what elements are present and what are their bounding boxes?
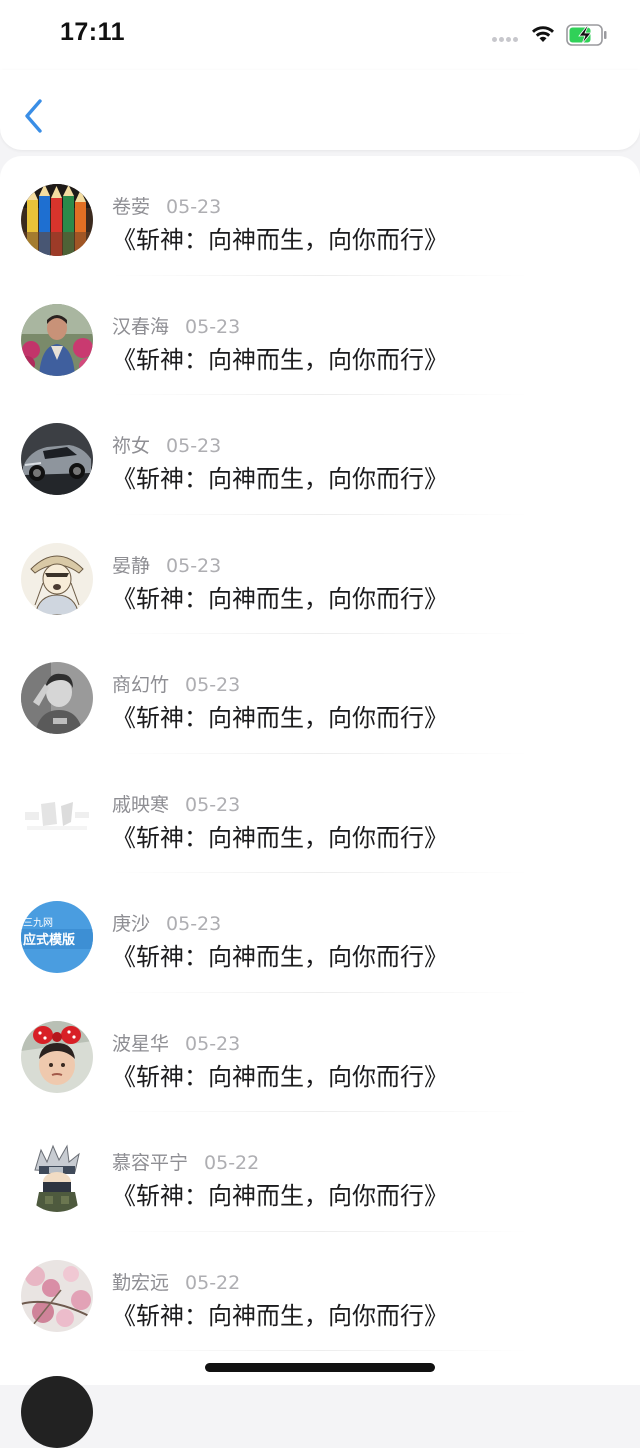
avatar <box>21 1259 93 1332</box>
status-bar: 17:11 <box>0 0 640 70</box>
item-title: 《斩神：向神而生，向你而行》 <box>112 1062 448 1091</box>
list-item[interactable]: 勤宏远 05-22 《斩神：向神而生，向你而行》 <box>0 1232 640 1352</box>
item-title: 《斩神：向神而生，向你而行》 <box>112 465 448 493</box>
avatar <box>21 1140 93 1212</box>
avatar <box>21 542 93 615</box>
post-date: 05-23 <box>185 674 241 696</box>
item-title: 《斩神：向神而生，向你而行》 <box>112 823 448 852</box>
item-title: 《斩神：向神而生，向你而行》 <box>112 1301 448 1330</box>
message-list: 卷荌 05-23 《斩神：向神而生，向你而行》 汉春海 05-23 《斩神：向神而生… <box>0 156 640 1385</box>
author-name: 祢女 <box>112 435 151 457</box>
list-item[interactable]: 慕容平宁 05-22 《斩神：向神而生，向你而行》 <box>0 1112 640 1232</box>
post-date: 05-23 <box>166 196 222 218</box>
avatar <box>21 303 93 376</box>
avatar-label-top: 三九网 <box>23 917 53 929</box>
post-date: 05-22 <box>185 1271 241 1294</box>
list-item[interactable]: 戚映寒 05-23 《斩神：向神而生，向你而行》 <box>0 754 640 874</box>
author-name: 波星华 <box>112 1032 170 1055</box>
list-item[interactable]: 三九网 应式模版 庚沙 05-23 《斩神：向神而生，向你而行》 <box>0 873 640 993</box>
avatar <box>21 423 93 495</box>
post-date: 05-23 <box>185 315 241 338</box>
list-item[interactable]: 商幻竹 05-23 《斩神：向神而生，向你而行》 <box>0 634 640 754</box>
author-name: 汉春海 <box>112 315 170 338</box>
author-name: 戚映寒 <box>112 793 170 816</box>
item-title: 《斩神：向神而生，向你而行》 <box>112 345 448 374</box>
list-item[interactable]: 汉春海 05-23 《斩神：向神而生，向你而行》 <box>0 276 640 396</box>
list-item[interactable]: 祢女 05-23 《斩神：向神而生，向你而行》 <box>0 395 640 515</box>
status-time: 17:11 <box>60 18 126 46</box>
avatar <box>21 781 93 854</box>
wifi-icon <box>532 26 554 42</box>
post-date: 05-23 <box>185 1032 241 1055</box>
cellular-signal-icon <box>492 37 518 42</box>
item-title: 《斩神：向神而生，向你而行》 <box>112 943 448 971</box>
list-item[interactable]: 晏静 05-23 《斩神：向神而生，向你而行》 <box>0 515 640 635</box>
post-date: 05-23 <box>166 913 222 935</box>
navigation-bar <box>0 70 640 150</box>
avatar <box>21 662 93 734</box>
back-chevron-icon[interactable] <box>20 96 50 136</box>
author-name: 慕容平宁 <box>112 1152 189 1174</box>
home-indicator <box>205 1363 435 1372</box>
author-name: 晏静 <box>112 554 151 577</box>
author-name: 勤宏远 <box>112 1271 170 1294</box>
avatar <box>21 1376 93 1448</box>
list-item[interactable]: 卷荌 05-23 《斩神：向神而生，向你而行》 <box>0 156 640 276</box>
author-name: 商幻竹 <box>112 674 170 696</box>
author-name: 庚沙 <box>112 913 151 935</box>
post-date: 05-23 <box>166 435 222 457</box>
item-title: 《斩神：向神而生，向你而行》 <box>112 1182 448 1210</box>
avatar <box>21 184 93 256</box>
post-date: 05-23 <box>166 554 222 577</box>
post-date: 05-23 <box>185 793 241 816</box>
item-title: 《斩神：向神而生，向你而行》 <box>112 584 448 613</box>
item-title: 《斩神：向神而生，向你而行》 <box>112 704 448 732</box>
post-date: 05-22 <box>204 1152 260 1174</box>
author-name: 卷荌 <box>112 196 151 218</box>
avatar-label: 应式模版 <box>23 932 75 948</box>
avatar <box>21 1020 93 1093</box>
battery-charging-icon <box>566 24 607 46</box>
item-title: 《斩神：向神而生，向你而行》 <box>112 226 448 254</box>
list-item[interactable]: 波星华 05-23 《斩神：向神而生，向你而行》 <box>0 993 640 1113</box>
avatar: 三九网 应式模版 <box>21 901 93 973</box>
